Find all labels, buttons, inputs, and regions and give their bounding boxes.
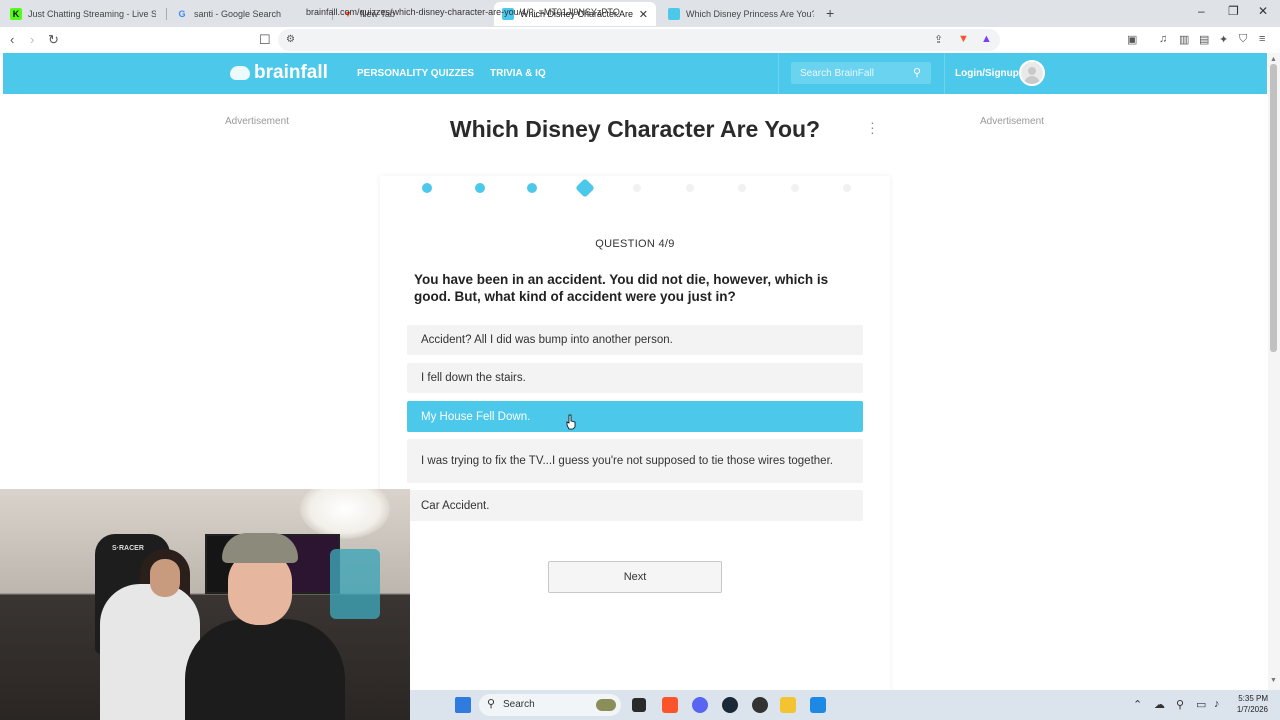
progress-dot-todo [685,184,694,192]
webcam-overlay: S·RACER [0,489,410,720]
media-icon[interactable]: ♫ [1159,33,1167,45]
leo-ai-icon[interactable]: ✦ [1219,33,1228,46]
app-icon[interactable] [752,697,768,713]
answer-option[interactable]: I fell down the stairs. [407,363,863,393]
search-icon[interactable]: ⚲ [913,66,921,79]
avatar-body [1024,76,1040,84]
hand-cursor-icon [566,414,576,430]
share-icon[interactable]: ⇪ [934,33,943,46]
taskbar-clock[interactable]: 5:35 PM 1/7/2026 [1232,693,1268,715]
progress-dot-todo [738,184,746,192]
header-divider [778,53,779,94]
login-signup-link[interactable]: Login/Signup [955,68,1019,79]
back-icon[interactable]: ‹ [10,32,14,47]
search-icon: ⚲ [487,698,496,710]
volume-icon[interactable]: ♪ [1214,698,1220,710]
restore-icon[interactable]: ❐ [1228,4,1239,18]
browser-tab[interactable]: Which Disney Princess Are You? | Bra [660,2,822,26]
answer-option-selected[interactable]: My House Fell Down. [407,401,863,432]
webcam-chair-right [330,549,380,619]
sidebar-icon[interactable]: ▥ [1179,33,1189,46]
question-text: You have been in an accident. You did no… [414,272,829,304]
tab-search-icon[interactable]: ▣ [1127,33,1137,46]
scrollbar-thumb[interactable] [1270,64,1277,352]
answer-option[interactable]: Car Accident. [407,490,863,521]
brave-taskbar-icon[interactable] [662,697,678,713]
header-divider [944,53,945,94]
tab-title: Which Disney Princess Are You? | Bra [686,9,814,19]
webcam-person-hat [222,533,298,563]
reload-icon[interactable]: ↻ [48,32,59,48]
minimize-icon[interactable]: – [1198,4,1205,18]
windows-start-icon[interactable] [455,697,471,713]
webcam-person-right [185,619,345,720]
webcam-chair-logo: S·RACER [112,545,144,552]
brain-icon [230,66,250,80]
scroll-down-icon[interactable]: ▼ [1270,677,1277,684]
clock-time: 5:35 PM [1238,694,1268,703]
wallet-icon[interactable]: ▤ [1199,33,1209,46]
file-explorer-icon[interactable] [780,697,796,713]
browser-tab[interactable]: K Just Chatting Streaming - Live Strea [2,2,164,26]
show-hidden-icons-icon[interactable]: ⌃ [1133,698,1142,711]
more-options-icon[interactable]: · · · [870,115,875,139]
nav-personality-quizzes[interactable]: PERSONALITY QUIZZES [357,68,474,79]
kick-icon: K [10,8,22,20]
question-number: QUESTION 4/9 [595,238,675,250]
webcam-person-face [150,559,180,597]
close-tab-icon[interactable]: ✕ [639,8,648,21]
progress-dot-done [422,183,432,193]
widgets-icon[interactable] [596,699,616,711]
new-tab-icon[interactable]: + [826,5,834,21]
nav-trivia-iq[interactable]: TRIVIA & IQ [490,68,546,79]
monitor-icon[interactable]: ▭ [1196,698,1206,711]
scroll-up-icon[interactable]: ▲ [1270,56,1277,63]
avatar[interactable] [1019,60,1045,86]
url-text[interactable]: brainfall.com/quizzes/which-disney-chara… [306,7,620,17]
avatar-head [1028,67,1036,75]
store-icon[interactable] [810,697,826,713]
task-view-icon[interactable] [632,698,646,712]
brave-shields-icon[interactable]: ▼ [958,33,969,45]
brave-rewards-icon[interactable]: ▲ [981,33,992,45]
tab-separator [166,8,167,20]
vpn-icon[interactable]: ⛉ [1239,33,1247,46]
quiz-card [380,176,890,696]
address-bar[interactable] [278,29,1000,51]
close-window-icon[interactable]: ✕ [1258,4,1268,18]
taskbar-search-label: Search [503,699,535,710]
tab-title: santi - Google Search [194,9,282,19]
advertisement-label-right: Advertisement [980,116,1044,127]
site-search-placeholder: Search BrainFall [800,68,874,79]
progress-dot-todo [843,184,851,192]
browser-toolbar: ‹ › ↻ ☐ ⚙ ⇪ ▼ ▲ ▣ ♫ ▥ ▤ ✦ ⛉ ≡ [0,27,1280,53]
site-info-icon[interactable]: ⚙ [286,34,295,45]
clock-date: 1/7/2026 [1236,705,1268,714]
page-title: Which Disney Character Are You? [449,116,821,142]
progress-dot-done [474,183,485,193]
progress-dot-done [527,183,537,193]
bookmark-icon[interactable]: ☐ [259,32,271,48]
menu-icon[interactable]: ≡ [1259,33,1265,45]
steam-icon[interactable] [722,697,738,713]
forward-icon[interactable]: › [30,32,34,47]
brainfall-logo[interactable]: brainfall [230,62,328,84]
answer-option[interactable]: I was trying to fix the TV...I guess you… [407,439,863,483]
browser-tab-strip: K Just Chatting Streaming - Live Strea G… [0,0,1280,27]
brainfall-icon [668,8,680,20]
progress-dot-todo [633,184,641,192]
network-icon[interactable]: ☁ [1154,698,1165,711]
next-button[interactable]: Next [548,561,722,593]
discord-icon[interactable] [692,697,708,713]
microphone-icon[interactable]: ⚲ [1176,698,1184,711]
site-header [3,53,1267,94]
logo-text: brainfall [254,62,328,83]
answer-option[interactable]: Accident? All I did was bump into anothe… [407,325,863,355]
advertisement-label-left: Advertisement [225,116,289,127]
progress-dot-todo [790,184,799,192]
tab-title: Just Chatting Streaming - Live Strea [28,9,156,19]
google-icon: G [178,9,186,19]
